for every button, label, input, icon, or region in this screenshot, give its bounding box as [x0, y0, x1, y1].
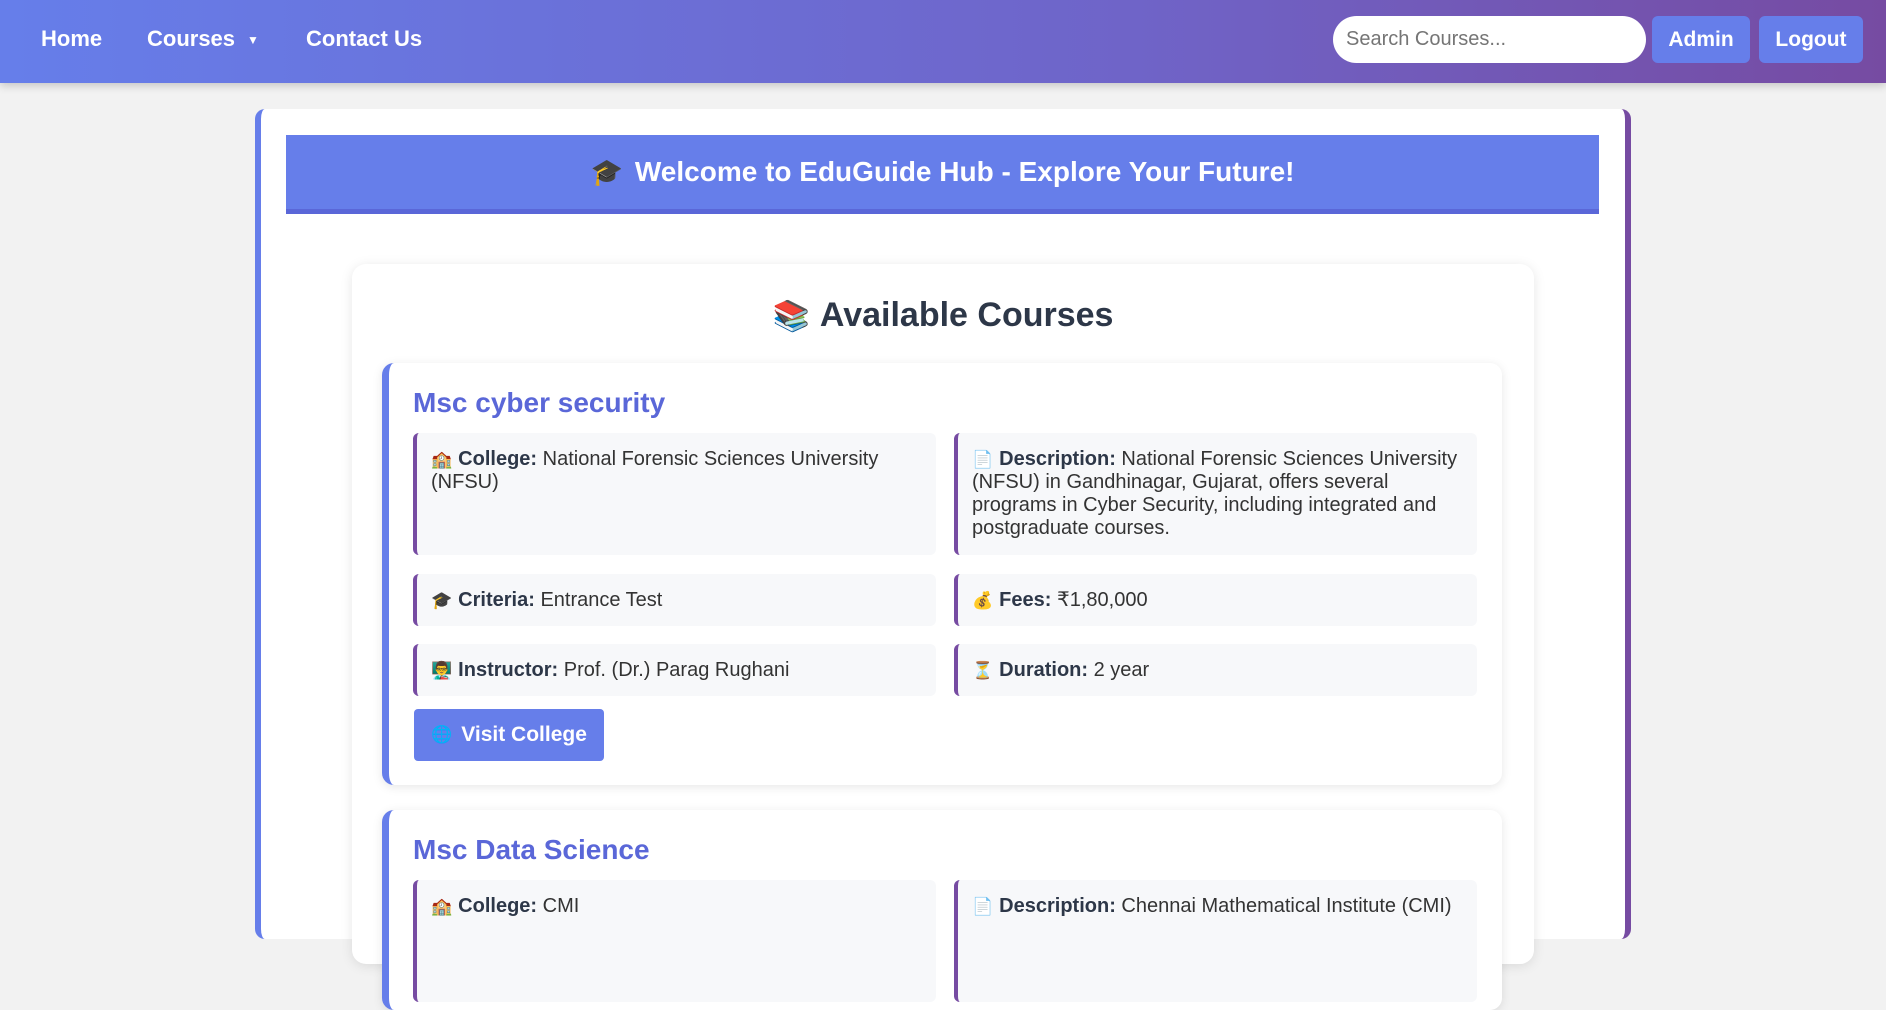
section-title: 📚 Available Courses: [352, 296, 1534, 335]
criteria-label: Criteria:: [458, 589, 535, 611]
money-bag-icon: 💰: [972, 591, 994, 610]
instructor-label: Instructor:: [458, 659, 559, 681]
welcome-banner: 🎓 Welcome to EduGuide Hub - Explore Your…: [286, 135, 1599, 214]
college-field: 🏫 College: National Forensic Sciences Uni…: [413, 433, 936, 555]
document-icon: 📄: [972, 897, 994, 916]
college-field: 🏫 College: CMI: [413, 880, 936, 1002]
graduation-cap-icon: 🎓: [590, 156, 623, 187]
duration-value: 2 year: [1093, 659, 1150, 681]
fees-label: Fees:: [999, 589, 1052, 611]
school-icon: 🏫: [431, 450, 453, 469]
course-title: Msc cyber security: [413, 387, 666, 418]
section-title-text: Available Courses: [819, 296, 1114, 334]
instructor-value: Prof. (Dr.) Parag Rughani: [563, 659, 790, 681]
search-input[interactable]: [1333, 16, 1646, 63]
graduation-cap-icon: 🎓: [431, 591, 453, 610]
visit-college-label: Visit College: [461, 723, 587, 746]
criteria-field: 🎓 Criteria: Entrance Test: [413, 574, 936, 626]
description-value: Chennai Mathematical Institute (CMI): [1121, 895, 1452, 917]
document-icon: 📄: [972, 450, 994, 469]
teacher-icon: 👨‍🏫: [431, 661, 453, 680]
duration-label: Duration:: [999, 659, 1089, 681]
books-icon: 📚: [772, 300, 810, 333]
logout-button[interactable]: Logout: [1759, 16, 1863, 63]
instructor-field: 👨‍🏫 Instructor: Prof. (Dr.) Parag Rughani: [413, 644, 936, 696]
nav-contact-link[interactable]: Contact Us: [306, 0, 422, 78]
globe-icon: 🌐: [431, 725, 453, 744]
admin-button[interactable]: Admin: [1652, 16, 1750, 63]
hourglass-icon: ⏳: [972, 661, 994, 680]
nav-courses-dropdown[interactable]: Courses ▼: [147, 0, 259, 78]
caret-down-icon: ▼: [247, 33, 259, 47]
criteria-value: Entrance Test: [540, 589, 663, 611]
top-navbar: Home Courses ▼ Contact Us Admin Logout: [0, 0, 1886, 83]
college-label: College:: [458, 448, 538, 470]
duration-field: ⏳ Duration: 2 year: [954, 644, 1477, 696]
nav-home-link[interactable]: Home: [41, 0, 102, 78]
nav-courses-label: Courses: [147, 26, 236, 51]
college-label: College:: [458, 895, 538, 917]
fees-field: 💰 Fees: ₹1,80,000: [954, 574, 1477, 626]
description-field: 📄 Description: National Forensic Sciences…: [954, 433, 1477, 555]
welcome-text: Welcome to EduGuide Hub - Explore Your F…: [634, 156, 1295, 187]
fees-value: ₹1,80,000: [1056, 589, 1148, 611]
description-label: Description:: [999, 895, 1116, 917]
course-title: Msc Data Science: [413, 834, 650, 865]
description-field: 📄 Description: Chennai Mathematical Insti…: [954, 880, 1477, 1002]
visit-college-button[interactable]: 🌐 Visit College: [414, 709, 604, 761]
school-icon: 🏫: [431, 897, 453, 916]
college-value: CMI: [542, 895, 580, 917]
description-label: Description:: [999, 448, 1116, 470]
